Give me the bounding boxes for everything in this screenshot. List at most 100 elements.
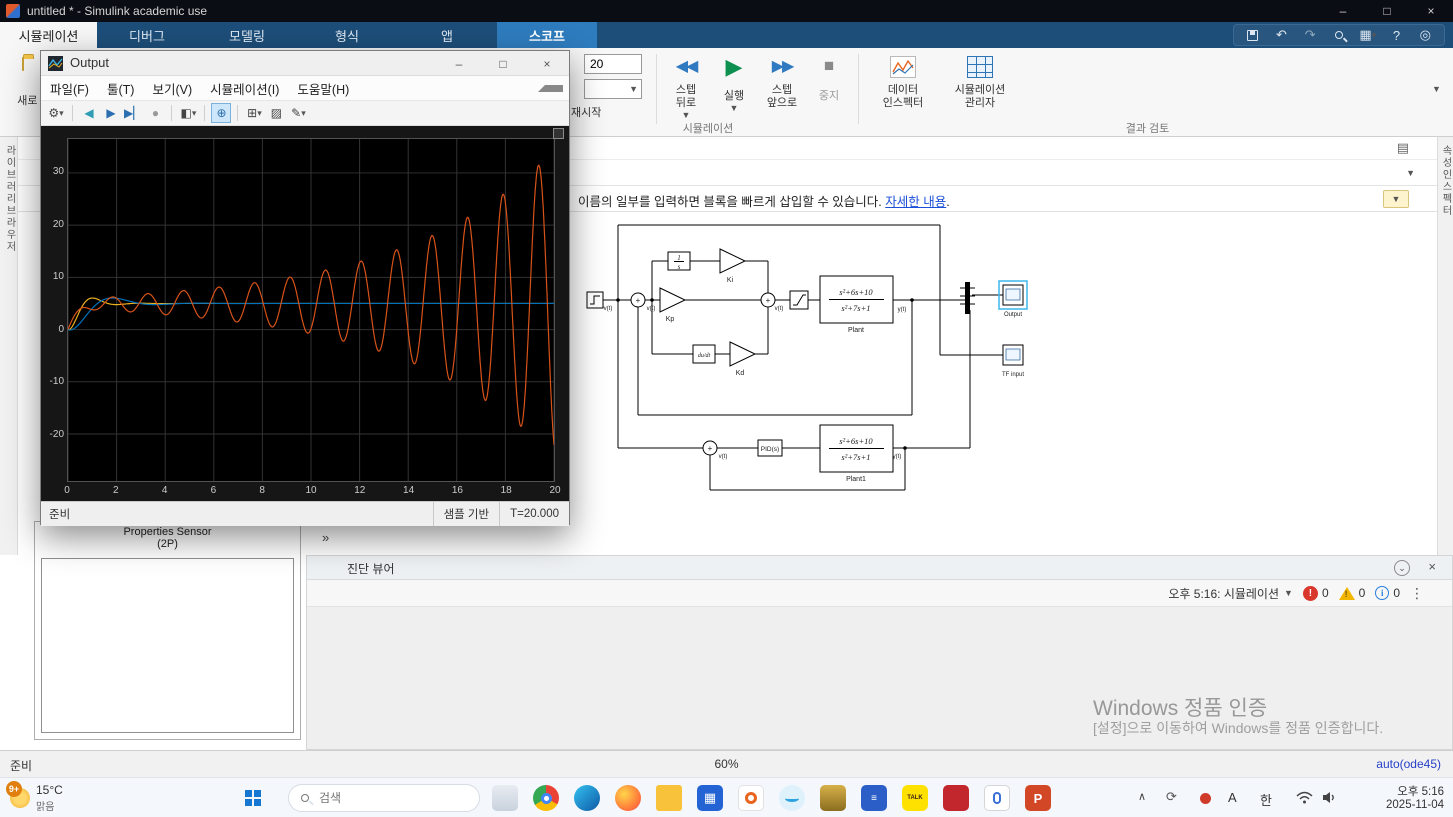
tab-debug[interactable]: 디버그 [97, 22, 197, 48]
new-file-icon[interactable] [22, 57, 24, 71]
scope-minimize-button[interactable]: – [437, 51, 481, 76]
scope-trigger-icon[interactable]: ✎ ▾ [288, 103, 308, 123]
close-panel-icon[interactable]: × [1428, 559, 1436, 574]
record-icon[interactable]: ◎ [1415, 26, 1435, 44]
menu-help[interactable]: 도움말(H) [288, 79, 358, 98]
gain-kp-block[interactable] [659, 287, 687, 313]
scope-titlebar[interactable]: Output – □ × [41, 51, 569, 76]
save-icon[interactable] [1243, 26, 1263, 44]
mux-block[interactable] [965, 282, 970, 314]
scope-style-icon[interactable]: ◧ ▾ [178, 103, 198, 123]
undo-icon[interactable]: ↶ [1272, 26, 1292, 44]
run-button[interactable]: ▶ 실행 ▼ [712, 56, 756, 114]
solver-label[interactable]: auto(ode45) [1376, 757, 1441, 771]
tray-expand-icon[interactable]: ∧ [1138, 790, 1146, 803]
red-dot-tray-icon[interactable] [1200, 793, 1211, 804]
scope-back-icon[interactable]: ◀ [79, 103, 99, 123]
tab-apps[interactable]: 앱 [397, 22, 497, 48]
data-inspector-button[interactable]: 데이터 인스펙터 [866, 56, 940, 110]
powerpoint-icon[interactable]: P [1025, 785, 1051, 811]
scope-maximize-button[interactable]: □ [481, 51, 525, 76]
kebab-menu-icon[interactable]: ⋮ [1410, 585, 1424, 602]
wifi-icon[interactable] [1296, 791, 1313, 807]
step-forward-button[interactable]: ▶▶ 스텝 앞으로 [758, 56, 806, 110]
left-strip-label[interactable]: 라이브러리브라우저 [0, 145, 17, 253]
orange-ring-app-icon[interactable] [738, 785, 764, 811]
scope-run-icon[interactable]: ▶ [101, 103, 121, 123]
warning-counter[interactable]: 0 [1338, 586, 1365, 600]
red-app-icon[interactable] [943, 785, 969, 811]
help-icon[interactable]: ? [1387, 26, 1407, 44]
gold-app-icon[interactable] [820, 785, 846, 811]
simulation-mode-dropdown[interactable]: ▼ [584, 79, 642, 99]
layout-icon[interactable]: ▦ ▾ [1358, 26, 1378, 44]
scope-settings-icon[interactable]: ⚙ ▾ [46, 103, 66, 123]
sync-icon[interactable]: ⟳ [1166, 789, 1177, 805]
scope-fit-view-icon[interactable]: ⊞ ▾ [244, 103, 264, 123]
right-strip-label[interactable]: 속성인스펙터 [1438, 145, 1453, 217]
tab-scope[interactable]: 스코프 [497, 22, 597, 48]
ime-latin-indicator[interactable]: A [1228, 790, 1237, 805]
scope-x-tick-label: 18 [500, 485, 512, 496]
store-icon[interactable]: ▦ [697, 785, 723, 811]
folder-icon[interactable] [656, 785, 682, 811]
ime-korean-indicator[interactable]: 한 [1260, 790, 1272, 809]
step-back-button[interactable]: ◀◀ 스텝 뒤로 ▼ [662, 56, 710, 120]
weather-temp[interactable]: 15°C [36, 783, 63, 797]
panel-collapse-chevron[interactable]: » [322, 530, 329, 545]
firefox-icon[interactable] [615, 785, 641, 811]
menu-simulation[interactable]: 시뮬레이션(I) [201, 79, 288, 98]
volume-icon[interactable] [1322, 791, 1337, 807]
edge-icon[interactable] [574, 785, 600, 811]
stop-time-input[interactable] [584, 54, 642, 74]
taskbar-search[interactable] [288, 784, 480, 812]
gain-ki-block[interactable] [719, 248, 747, 274]
block-diagram[interactable]: + Kp 1 s Ki du/dt Kd + s²+6s+10 s²+7s+1 … [575, 210, 1105, 510]
scope-close-button[interactable]: × [525, 51, 569, 76]
tab-modeling[interactable]: 모델링 [197, 22, 297, 48]
gain-kd-block[interactable] [729, 341, 757, 367]
start-button[interactable] [245, 790, 261, 806]
file-explorer-icon[interactable] [492, 785, 518, 811]
saturation-block[interactable] [789, 290, 809, 310]
menu-view[interactable]: 보기(V) [143, 79, 201, 98]
close-button[interactable]: × [1409, 0, 1453, 22]
redo-icon[interactable]: ↷ [1300, 26, 1320, 44]
simulation-manager-button[interactable]: 시뮬레이션 관리자 [942, 56, 1018, 110]
scope-plot-area[interactable] [67, 138, 555, 482]
scope-brush-icon[interactable]: ▨ [266, 103, 286, 123]
search-icon[interactable] [1329, 26, 1349, 44]
breadcrumb-dropdown-icon[interactable]: ▼ [1406, 168, 1415, 178]
dock-arrow-icon[interactable] [538, 85, 563, 92]
scope-record-icon[interactable]: ● [145, 103, 165, 123]
kakaotalk-icon[interactable]: TALK [902, 785, 928, 811]
scope-step-icon[interactable]: ▶▏ [123, 103, 143, 123]
utility-app-icon[interactable] [984, 785, 1010, 811]
menu-tools[interactable]: 툴(T) [98, 79, 143, 98]
svg-text:s²+6s+10: s²+6s+10 [839, 436, 873, 446]
ribbon-expand-icon[interactable]: ▼ [1432, 84, 1441, 94]
blue-wave-app-icon[interactable] [779, 785, 805, 811]
menu-file[interactable]: 파일(F) [41, 79, 98, 98]
keyboard-icon[interactable]: ▤ [1397, 140, 1409, 156]
plot-expand-icon[interactable] [553, 128, 564, 139]
minimize-button[interactable]: – [1321, 0, 1365, 22]
error-counter[interactable]: ! 0 [1302, 585, 1329, 601]
tab-format[interactable]: 형식 [297, 22, 397, 48]
scope-measurements-icon[interactable]: ⊕ [211, 103, 232, 123]
tray-time: 오후 5:16 [1397, 786, 1444, 798]
notification-dropdown-button[interactable]: ▼ [1383, 190, 1409, 208]
svg-text:v(t): v(t) [719, 454, 728, 460]
step-source-block[interactable] [586, 291, 604, 309]
session-selector[interactable]: 오후 5:16: 시뮬레이션 ▼ [1168, 585, 1293, 602]
blue-book-app-icon[interactable]: ≡ [861, 785, 887, 811]
stop-button[interactable]: ■ 중지 [808, 56, 850, 103]
chrome-icon[interactable] [533, 785, 559, 811]
maximize-button[interactable]: □ [1365, 0, 1409, 22]
collapse-panel-icon[interactable]: ⌄ [1394, 560, 1410, 576]
taskbar-clock[interactable]: 오후 5:16 2025-11-04 [1352, 783, 1444, 811]
search-input[interactable] [317, 790, 447, 806]
info-counter[interactable]: i 0 [1375, 586, 1400, 600]
tab-simulation[interactable]: 시뮬레이션 [0, 22, 97, 48]
notification-link[interactable]: 자세한 내용 [885, 195, 946, 209]
